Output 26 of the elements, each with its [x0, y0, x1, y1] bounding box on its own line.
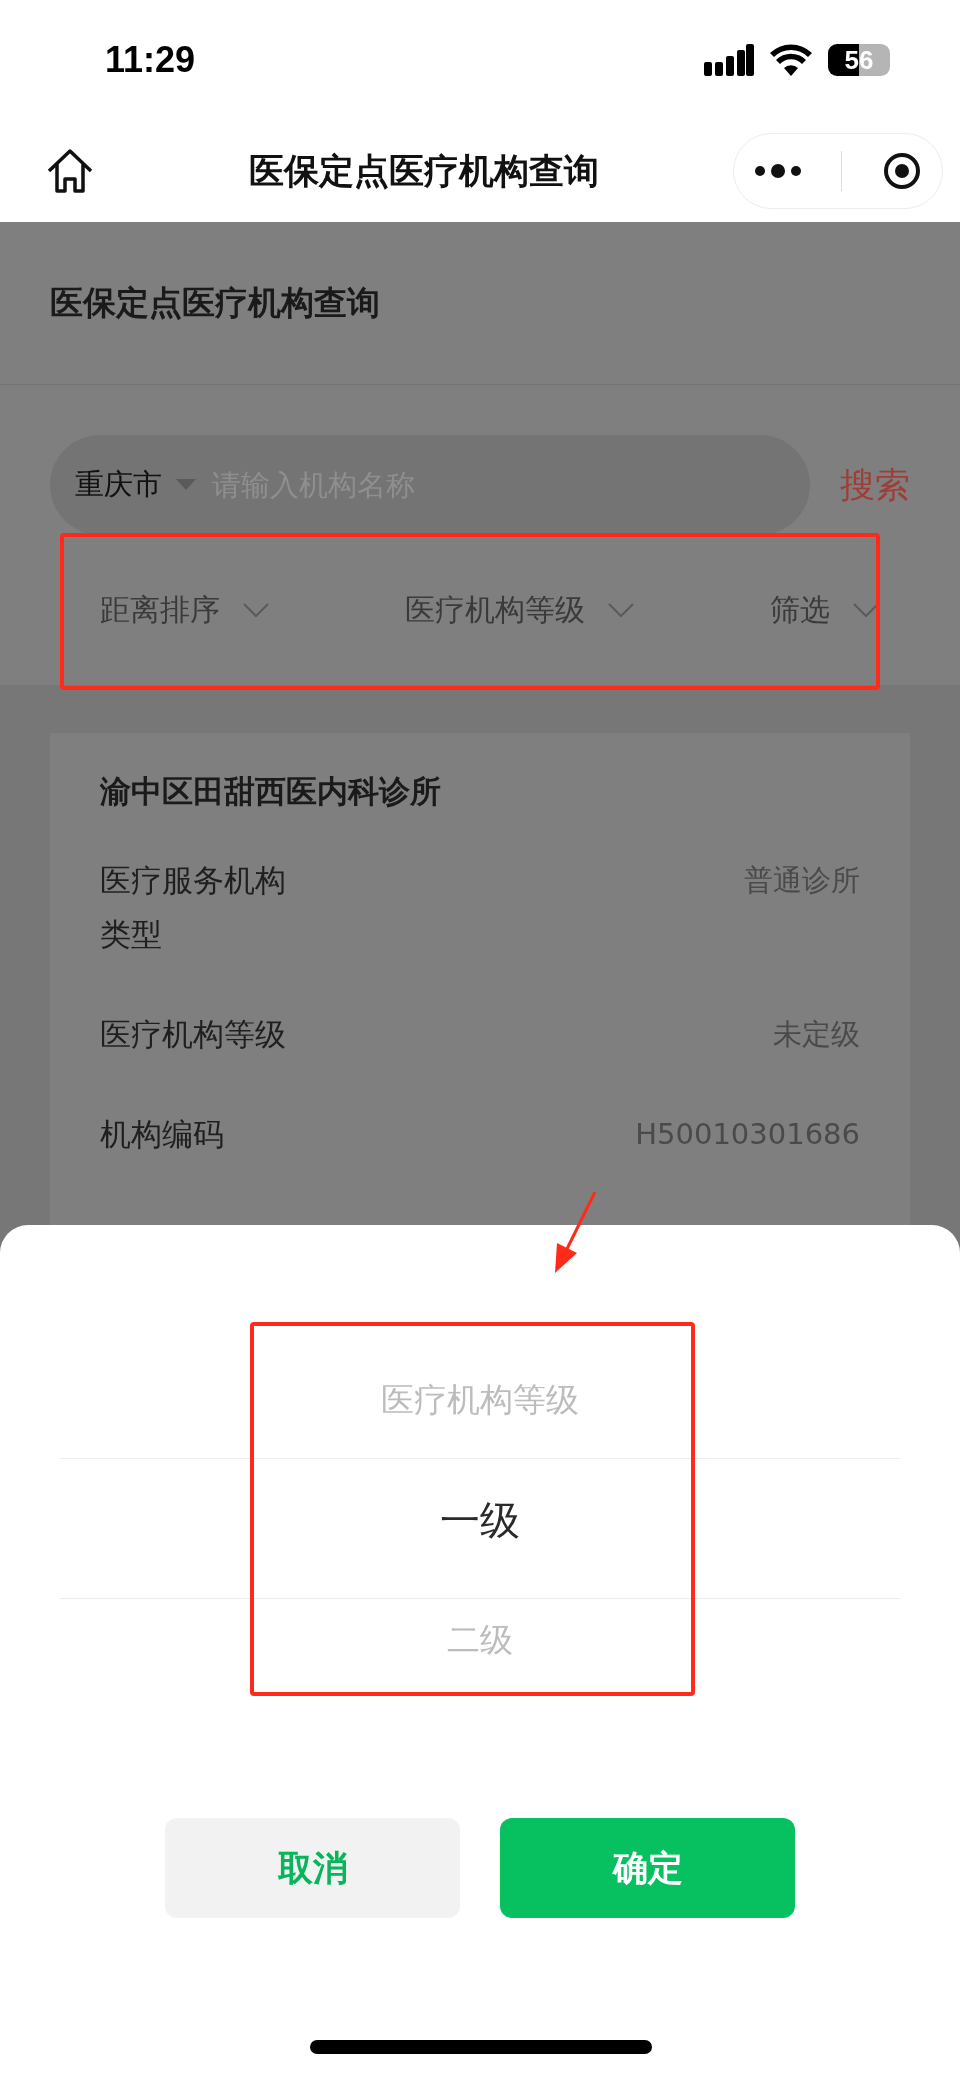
chevron-down-icon [242, 602, 270, 618]
search-button[interactable]: 搜索 [840, 461, 910, 509]
battery-icon: 56 [828, 44, 890, 76]
dropdown-icon [176, 479, 196, 491]
picker-option[interactable]: 医疗机构等级 [381, 1340, 579, 1460]
signal-icon [704, 44, 754, 76]
cancel-button[interactable]: 取消 [165, 1818, 460, 1918]
field-label: 机构编码 [100, 1114, 225, 1154]
chevron-down-icon [607, 602, 635, 618]
field-label: 医疗服务机构类型 [100, 861, 287, 955]
picker-option[interactable]: 二级 [447, 1580, 513, 1700]
home-icon[interactable] [45, 147, 95, 195]
field-label: 医疗机构等级 [100, 1014, 287, 1054]
more-icon[interactable] [753, 163, 802, 179]
filter-option[interactable]: 医疗机构等级 [405, 589, 585, 631]
nav-title: 医保定点医疗机构查询 [248, 149, 600, 193]
status-time: 11:29 [105, 39, 196, 81]
filter-option[interactable]: 距离排序 [100, 589, 220, 631]
picker-option[interactable]: 一级 [440, 1460, 520, 1580]
page-title: 医保定点医疗机构查询 [50, 281, 380, 324]
filter-option[interactable]: 筛选 [770, 589, 830, 631]
wifi-icon [770, 44, 812, 76]
close-target-icon[interactable] [882, 151, 923, 191]
clinic-name: 渝中区田甜西医内科诊所 [100, 772, 442, 811]
city-selector[interactable]: 重庆市 [75, 465, 162, 505]
confirm-button[interactable]: 确定 [500, 1818, 795, 1918]
